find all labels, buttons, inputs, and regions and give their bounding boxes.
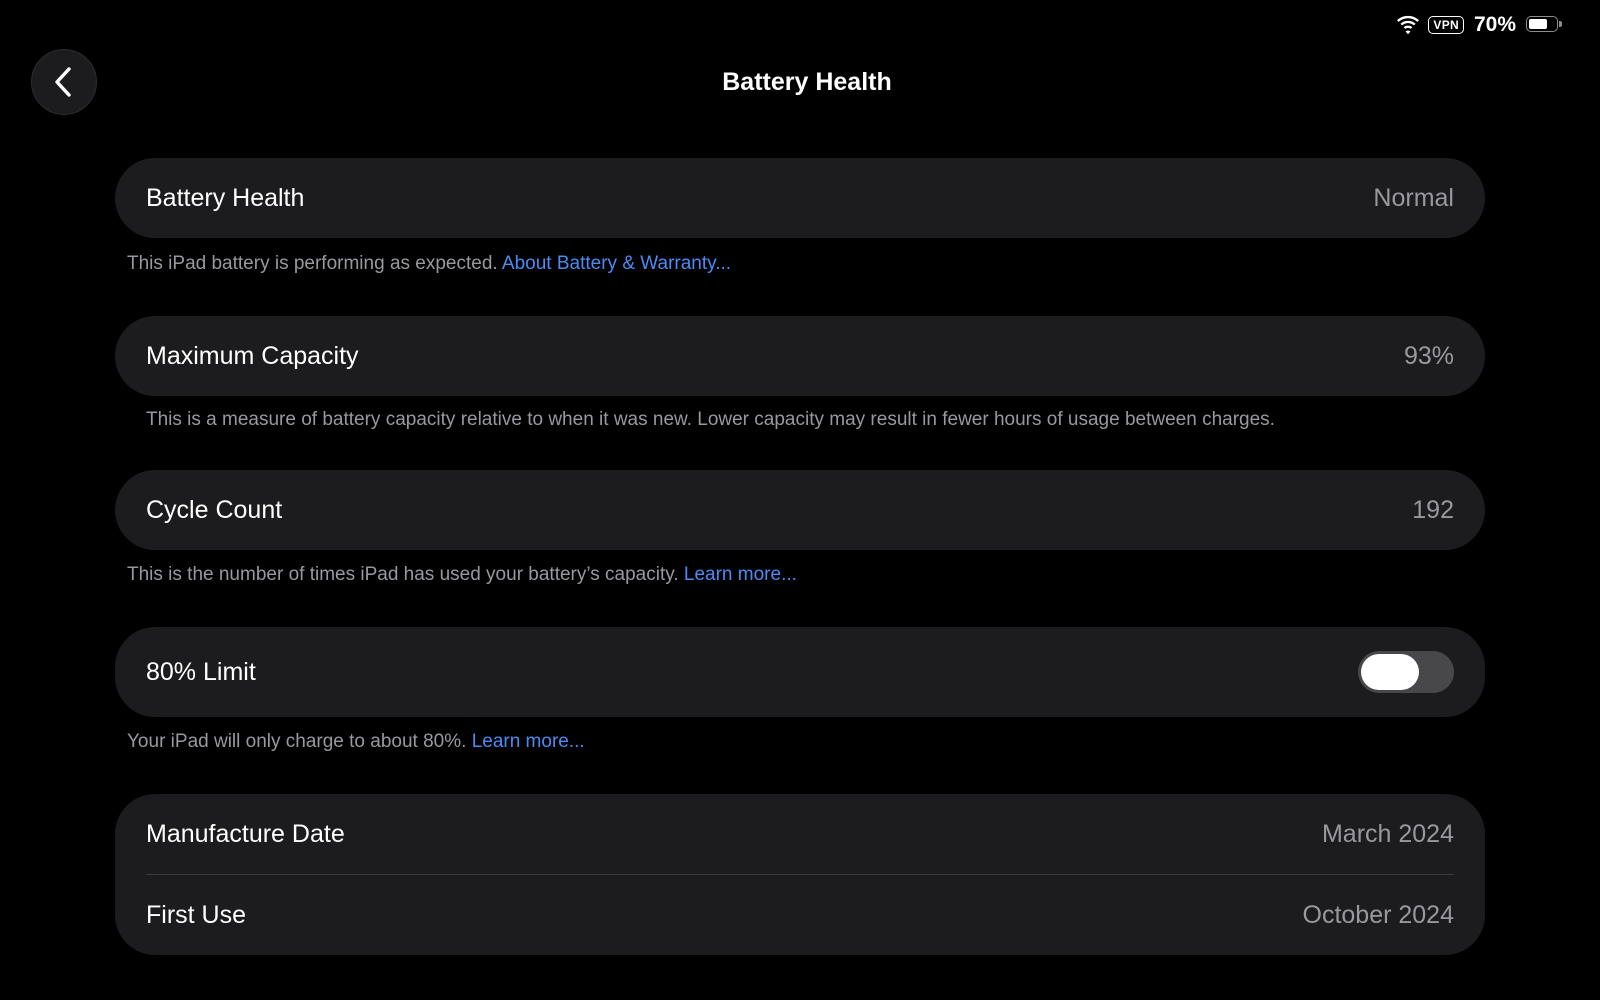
page-title: Battery Health [722,68,892,96]
limit-80-footnote: Your iPad will only charge to about 80%.… [127,729,585,755]
cycle-count-footnote-text: This is the number of times iPad has use… [127,564,679,585]
wifi-icon [1397,15,1420,35]
battery-health-footnote-text: This iPad battery is performing as expec… [127,253,498,274]
first-use-value: October 2024 [1302,900,1455,929]
battery-percentage: 70% [1473,13,1516,36]
status-bar: VPN 70% [1396,12,1562,38]
battery-icon [1526,16,1562,34]
vpn-badge: VPN [1428,16,1464,34]
limit-80-toggle[interactable] [1358,651,1454,693]
maximum-capacity-footnote: This is a measure of battery capacity re… [146,409,1275,430]
maximum-capacity-label: Maximum Capacity [146,341,359,370]
limit-80-row: 80% Limit [115,627,1485,717]
battery-health-label: Battery Health [146,183,305,212]
manufacture-date-label: Manufacture Date [146,819,345,848]
battery-health-value: Normal [1373,183,1454,212]
limit-80-learn-more-link[interactable]: Learn more... [472,731,585,752]
maximum-capacity-card: Maximum Capacity 93% [115,316,1485,396]
first-use-label: First Use [146,900,246,929]
about-battery-warranty-link[interactable]: About Battery & Warranty... [502,253,731,274]
cycle-count-row: Cycle Count 192 [115,470,1485,550]
cycle-count-card: Cycle Count 192 [115,470,1485,550]
battery-health-row: Battery Health Normal [115,158,1485,238]
dates-card: Manufacture Date March 2024 First Use Oc… [115,794,1485,955]
cycle-count-value: 192 [1412,495,1454,524]
battery-cap [1559,21,1562,27]
battery-fill [1529,19,1548,29]
battery-health-card: Battery Health Normal [115,158,1485,238]
maximum-capacity-value: 93% [1403,341,1454,370]
manufacture-date-row: Manufacture Date March 2024 [115,794,1485,874]
limit-80-label: 80% Limit [146,657,256,686]
battery-health-footnote: This iPad battery is performing as expec… [127,251,731,277]
limit-80-footnote-text: Your iPad will only charge to about 80%. [127,731,467,752]
cycle-count-label: Cycle Count [146,495,283,524]
manufacture-date-value: March 2024 [1321,819,1454,848]
cycle-count-footnote: This is the number of times iPad has use… [127,562,797,588]
toggle-knob [1361,654,1419,690]
first-use-row: First Use October 2024 [115,875,1485,955]
maximum-capacity-row: Maximum Capacity 93% [115,316,1485,396]
limit-80-card: 80% Limit [115,627,1485,717]
cycle-count-learn-more-link[interactable]: Learn more... [684,564,797,585]
